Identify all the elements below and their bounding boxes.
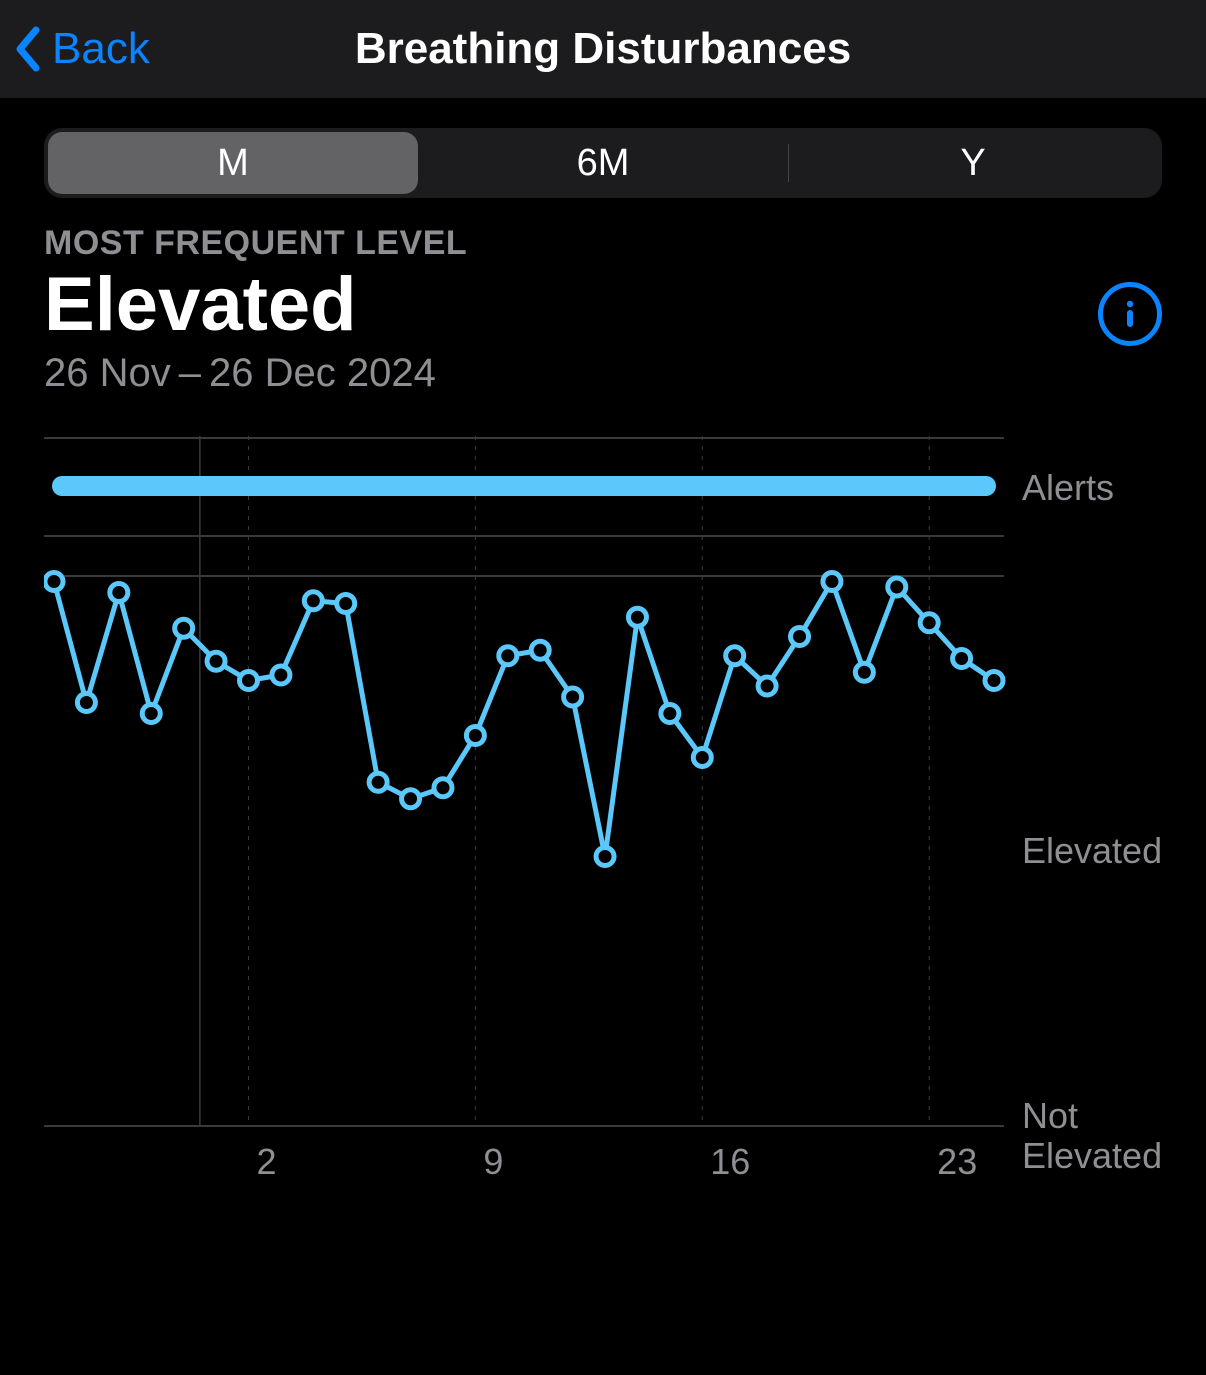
data-point	[985, 671, 1003, 689]
data-point	[531, 641, 549, 659]
data-point	[207, 652, 225, 670]
data-point	[726, 647, 744, 665]
y-label-not-elevated-1: Not	[1022, 1095, 1078, 1136]
data-point	[628, 608, 646, 626]
y-label-not-elevated-2: Elevated	[1022, 1135, 1162, 1176]
data-point	[175, 619, 193, 637]
x-tick-label: 2	[256, 1141, 276, 1182]
segment-year[interactable]: Y	[788, 132, 1158, 194]
data-point	[272, 666, 290, 684]
data-point	[466, 726, 484, 744]
data-point	[855, 663, 873, 681]
info-icon	[1111, 295, 1149, 333]
data-point	[791, 627, 809, 645]
x-tick-label: 16	[710, 1141, 750, 1182]
data-point	[110, 583, 128, 601]
summary-date-range: 26 Nov – 26 Dec 2024	[44, 351, 1162, 396]
data-point	[693, 748, 711, 766]
data-point	[564, 688, 582, 706]
y-label-elevated: Elevated	[1022, 830, 1162, 871]
summary-value: Elevated	[44, 265, 1162, 345]
data-point	[661, 704, 679, 722]
chart-svg: 291623AlertsElevatedNotElevated	[44, 436, 1162, 1196]
data-point	[142, 704, 160, 722]
x-tick-label: 9	[483, 1141, 503, 1182]
data-point	[596, 847, 614, 865]
data-point	[920, 614, 938, 632]
data-point	[337, 594, 355, 612]
data-point	[369, 773, 387, 791]
segment-month[interactable]: M	[48, 132, 418, 194]
back-button[interactable]: Back	[0, 24, 150, 74]
data-point	[304, 592, 322, 610]
data-point	[953, 649, 971, 667]
summary-caption: MOST FREQUENT LEVEL	[44, 224, 1162, 263]
x-tick-label: 23	[937, 1141, 977, 1182]
data-point	[758, 677, 776, 695]
alerts-bar	[52, 476, 996, 496]
data-point	[402, 790, 420, 808]
data-point	[45, 572, 63, 590]
page-title: Breathing Disturbances	[0, 24, 1206, 74]
data-point	[434, 779, 452, 797]
back-label: Back	[52, 24, 150, 74]
data-point	[888, 578, 906, 596]
breathing-chart: 291623AlertsElevatedNotElevated	[44, 436, 1162, 1196]
chevron-left-icon	[14, 26, 42, 72]
segment-six-months[interactable]: 6M	[418, 132, 788, 194]
series-line	[54, 581, 994, 856]
data-point	[77, 693, 95, 711]
info-button[interactable]	[1098, 282, 1162, 346]
data-point	[239, 671, 257, 689]
summary-header: MOST FREQUENT LEVEL Elevated 26 Nov – 26…	[44, 224, 1162, 396]
data-point	[499, 647, 517, 665]
y-label-alerts: Alerts	[1022, 467, 1114, 508]
nav-bar: Back Breathing Disturbances	[0, 0, 1206, 98]
range-segmented-control: M 6M Y	[44, 128, 1162, 198]
data-point	[823, 572, 841, 590]
